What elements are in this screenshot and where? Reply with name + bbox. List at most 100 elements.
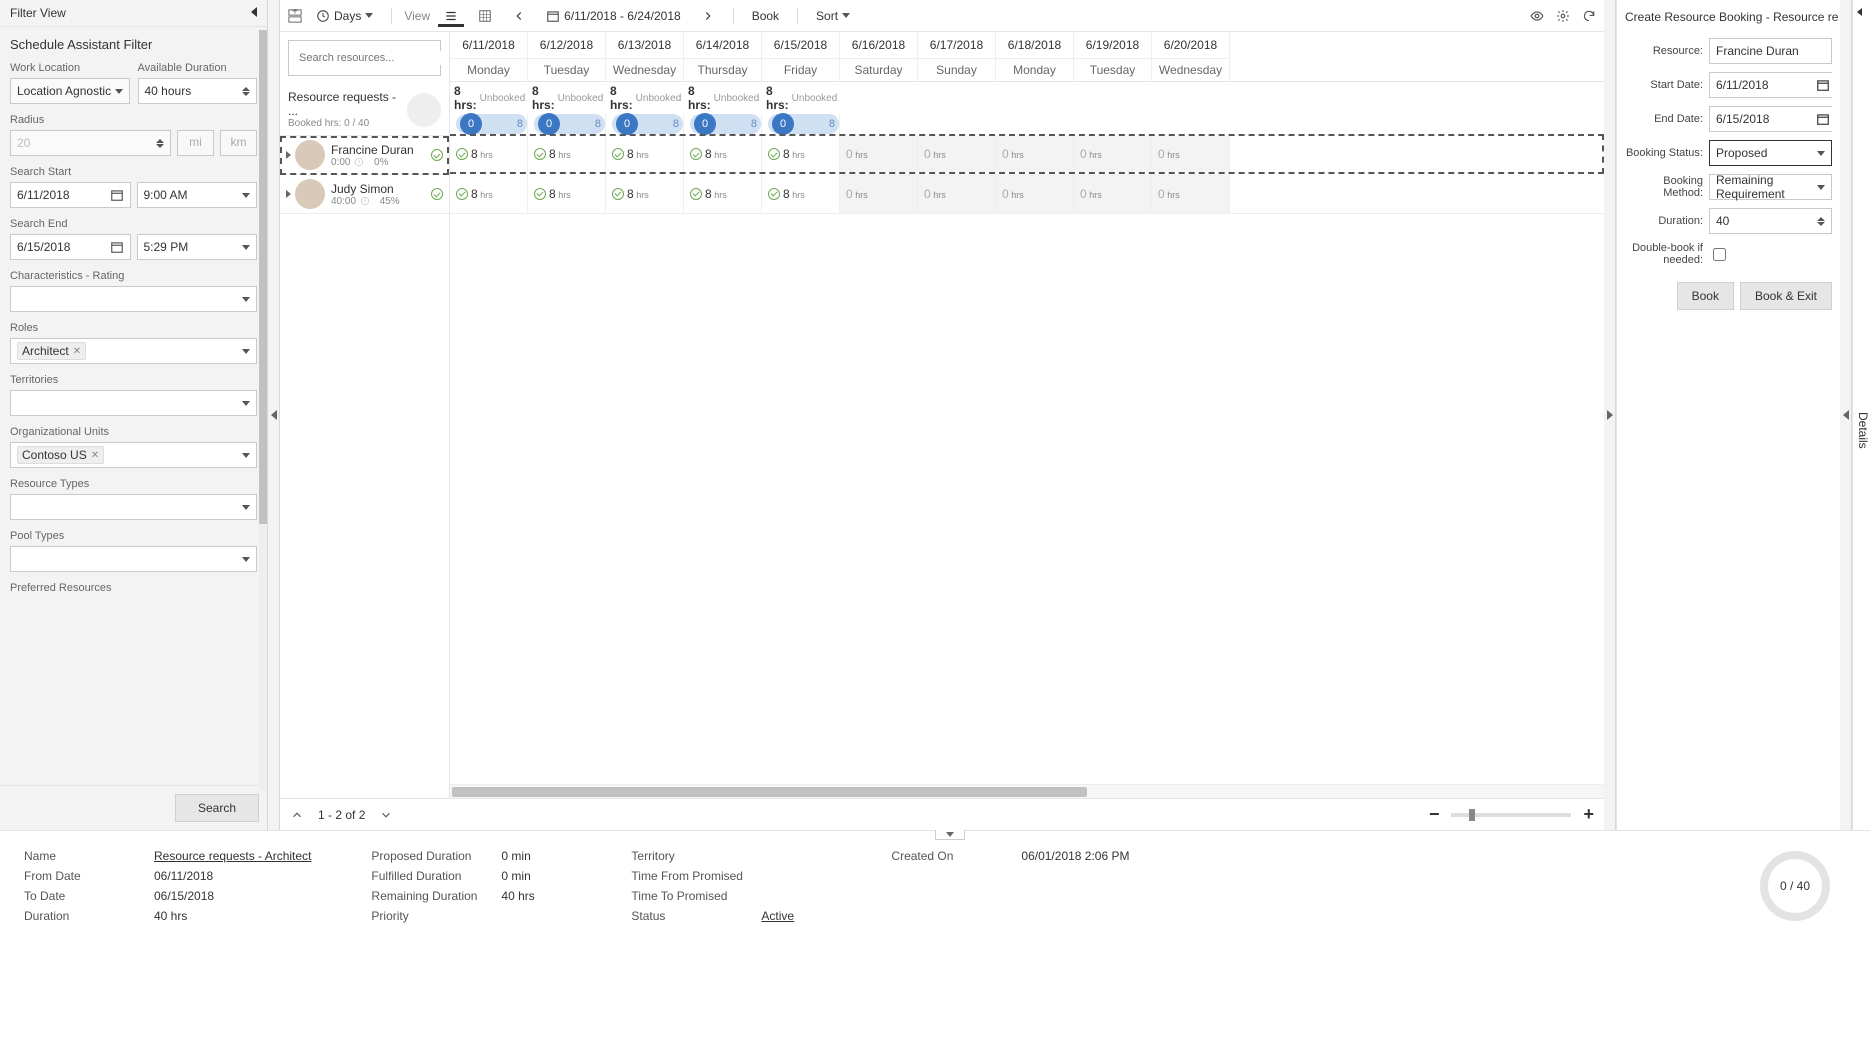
allocation-bar[interactable]: 08 <box>456 114 527 134</box>
book-exit-button[interactable]: Book & Exit <box>1740 282 1832 310</box>
resource-types-label: Resource Types <box>10 478 257 490</box>
search-end-time[interactable]: 5:29 PM <box>137 234 258 260</box>
pager-down-icon[interactable] <box>379 808 393 822</box>
status-link[interactable]: Active <box>761 909 794 923</box>
territories-select[interactable] <box>10 390 257 416</box>
org-units-select[interactable]: Contoso US✕ <box>10 442 257 468</box>
pager-up-icon[interactable] <box>290 808 304 822</box>
calendar-icon <box>1816 78 1830 92</box>
schedule-cell[interactable]: 0 hrs <box>840 136 918 172</box>
double-book-checkbox[interactable] <box>1713 248 1726 261</box>
schedule-cell[interactable]: 8 hrs <box>606 136 684 172</box>
horizontal-scrollbar[interactable] <box>450 784 1604 798</box>
resource-types-select[interactable] <box>10 494 257 520</box>
filter-collapse-icon[interactable] <box>251 6 257 20</box>
allocation-bar[interactable]: 08 <box>612 114 683 134</box>
search-end-date[interactable]: 6/15/2018 <box>10 234 131 260</box>
check-icon <box>431 188 443 200</box>
date-column-header: 6/12/2018Tuesday <box>528 32 606 81</box>
schedule-cell[interactable]: 0 hrs <box>1074 136 1152 172</box>
schedule-cell[interactable]: 0 hrs <box>918 174 996 213</box>
schedule-cell[interactable]: 8 hrs <box>762 136 840 172</box>
booking-status-select[interactable]: Proposed <box>1709 140 1832 166</box>
booking-method-select[interactable]: Remaining Requirement <box>1709 174 1832 200</box>
characteristics-select[interactable] <box>10 286 257 312</box>
left-panel-toggle[interactable] <box>268 0 280 830</box>
resource-search-input[interactable] <box>297 51 443 65</box>
resource-row[interactable]: Francine Duran 0:00 0% <box>280 136 449 175</box>
book-confirm-button[interactable]: Book <box>1677 282 1734 310</box>
schedule-cell[interactable]: 0 hrs <box>840 174 918 213</box>
expand-icon[interactable] <box>286 151 291 159</box>
eye-icon[interactable] <box>1530 9 1544 23</box>
schedule-cell[interactable]: 8 hrs <box>684 174 762 213</box>
check-icon <box>612 148 624 160</box>
zoom-in-icon[interactable]: + <box>1583 804 1594 825</box>
schedule-cell[interactable]: 0 hrs <box>996 174 1074 213</box>
svg-text:+: + <box>292 9 298 17</box>
zoom-slider[interactable] <box>1451 813 1571 817</box>
grid-view-button[interactable] <box>472 5 498 27</box>
work-location-select[interactable]: Location Agnostic <box>10 78 130 104</box>
allocation-bar[interactable]: 08 <box>534 114 605 134</box>
details-tab-toggle[interactable] <box>1840 0 1852 830</box>
schedule-cell[interactable]: 0 hrs <box>1074 174 1152 213</box>
expand-icon[interactable] <box>286 190 291 198</box>
details-tab[interactable]: Details <box>1852 0 1870 830</box>
allocation-bar[interactable]: 08 <box>768 114 839 134</box>
search-button[interactable]: Search <box>175 794 259 822</box>
booking-start-input[interactable]: 6/11/2018 <box>1709 72 1832 98</box>
booking-end-input[interactable]: 6/15/2018 <box>1709 106 1832 132</box>
refresh-icon[interactable] <box>1582 9 1596 23</box>
schedule-cell[interactable]: 8 hrs <box>684 136 762 172</box>
search-start-label: Search Start <box>10 166 257 178</box>
search-start-time[interactable]: 9:00 AM <box>137 182 258 208</box>
next-range-button[interactable] <box>695 5 721 27</box>
date-range-picker[interactable]: 6/11/2018 - 6/24/2018 <box>540 5 687 27</box>
schedule-cell[interactable]: 8 hrs <box>762 174 840 213</box>
schedule-row: 8 hrs8 hrs8 hrs8 hrs8 hrs0 hrs0 hrs0 hrs… <box>450 134 1604 174</box>
booking-resource-input[interactable]: Francine Duran <box>1709 38 1832 64</box>
schedule-cell[interactable]: 0 hrs <box>1152 174 1230 213</box>
time-scale-select[interactable]: Days <box>310 5 379 27</box>
booking-duration-input[interactable]: 40 <box>1709 208 1832 234</box>
schedule-cell[interactable]: 0 hrs <box>1152 136 1230 172</box>
filter-scrollbar[interactable] <box>259 30 267 790</box>
allocation-bar[interactable]: 08 <box>690 114 761 134</box>
radius-mi-toggle[interactable]: mi <box>177 130 214 156</box>
schedule-cell[interactable]: 8 hrs <box>528 136 606 172</box>
requirement-link[interactable]: Resource requests - Architect <box>154 849 311 863</box>
radius-km-toggle[interactable]: km <box>220 130 257 156</box>
booking-title: Create Resource Booking - Resource re <box>1625 10 1838 24</box>
schedule-cell[interactable]: 8 hrs <box>450 136 528 172</box>
avail-duration-input[interactable]: 40 hours <box>138 78 258 104</box>
resource-row[interactable]: Judy Simon 40:00 45% <box>280 175 449 214</box>
roles-select[interactable]: Architect✕ <box>10 338 257 364</box>
prev-range-button[interactable] <box>506 5 532 27</box>
schedule-cell[interactable]: 8 hrs <box>450 174 528 213</box>
pager-text: 1 - 2 of 2 <box>318 808 365 822</box>
schedule-cell[interactable]: 8 hrs <box>606 174 684 213</box>
calendar-icon <box>110 188 124 202</box>
list-view-button[interactable] <box>438 5 464 27</box>
resource-search[interactable] <box>288 40 441 76</box>
characteristics-label: Characteristics - Rating <box>10 270 257 282</box>
check-icon <box>690 188 702 200</box>
date-column-header: 6/11/2018Monday <box>450 32 528 81</box>
pool-types-select[interactable] <box>10 546 257 572</box>
gear-icon[interactable] <box>1556 9 1570 23</box>
sort-button[interactable]: Sort <box>810 5 856 27</box>
details-collapse-toggle[interactable] <box>935 830 965 840</box>
remove-pill-icon[interactable]: ✕ <box>91 450 99 461</box>
schedule-cell[interactable]: 8 hrs <box>528 174 606 213</box>
unbooked-strip: 8 hrs: Unbooked <box>762 82 840 114</box>
zoom-out-icon[interactable]: − <box>1429 804 1440 825</box>
schedule-cell[interactable]: 0 hrs <box>918 136 996 172</box>
radius-input[interactable]: 20 <box>10 130 171 156</box>
search-start-date[interactable]: 6/11/2018 <box>10 182 131 208</box>
schedule-cell[interactable]: 0 hrs <box>996 136 1074 172</box>
remove-pill-icon[interactable]: ✕ <box>73 346 81 357</box>
book-button[interactable]: Book <box>746 5 785 27</box>
expand-rows-icon[interactable]: + <box>288 9 302 23</box>
right-panel-toggle[interactable] <box>1604 0 1616 830</box>
